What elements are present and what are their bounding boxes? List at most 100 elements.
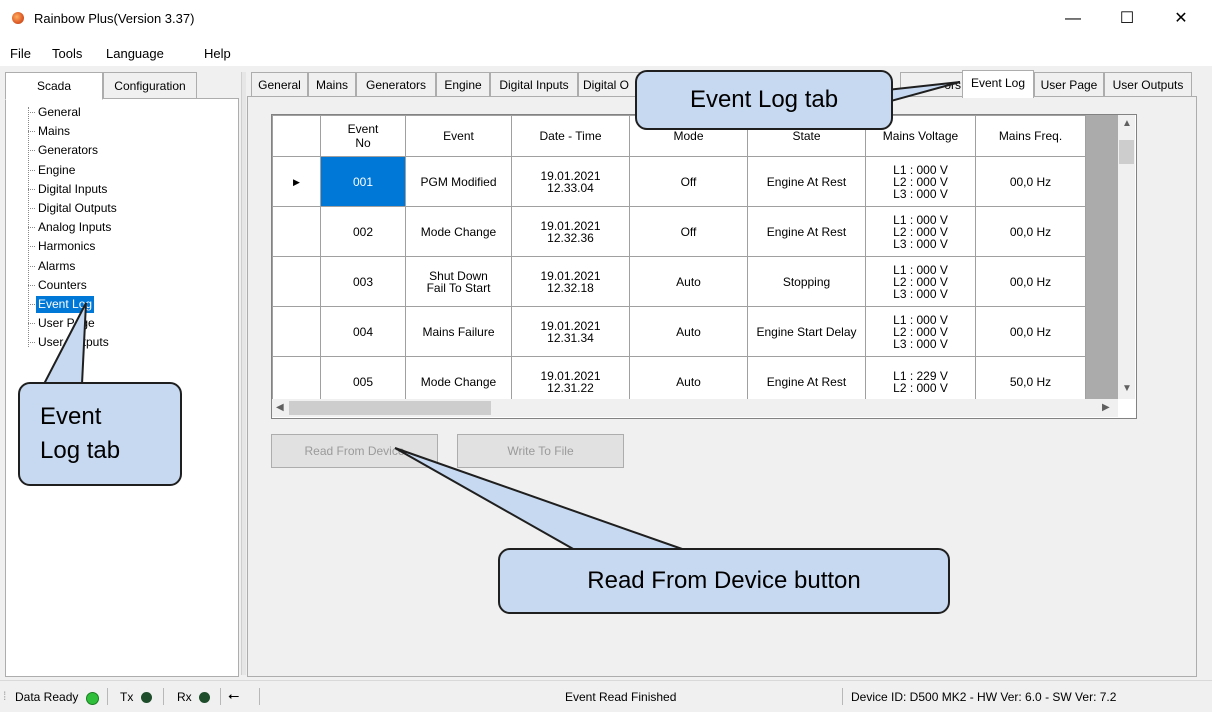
menu-help[interactable]: Help: [204, 46, 231, 61]
table-cell[interactable]: L1 : 000 V L2 : 000 V L3 : 000 V: [865, 256, 976, 307]
read-from-device-button[interactable]: Read From Device: [271, 434, 438, 468]
tree-item-engine[interactable]: Engine: [36, 162, 77, 179]
table-cell[interactable]: L1 : 000 V L2 : 000 V L3 : 000 V: [865, 306, 976, 357]
column-header[interactable]: Event No: [320, 115, 406, 157]
write-to-file-button[interactable]: Write To File: [457, 434, 624, 468]
table-cell[interactable]: 003: [320, 256, 406, 307]
table-cell[interactable]: Engine At Rest: [747, 356, 866, 399]
maximize-button[interactable]: ☐: [1104, 4, 1150, 34]
tab-scada[interactable]: Scada: [5, 72, 103, 100]
table-cell[interactable]: 19.01.2021 12.33.04: [511, 156, 630, 207]
table-cell[interactable]: 001: [320, 156, 406, 207]
tab-engine[interactable]: Engine: [436, 72, 490, 97]
table-cell[interactable]: Off: [629, 206, 748, 257]
table-cell[interactable]: 004: [320, 306, 406, 357]
table-row[interactable]: 003 Shut Down Fail To Start 19.01.2021 12.32…: [272, 256, 1086, 307]
tab-general[interactable]: General: [251, 72, 308, 97]
table-cell[interactable]: [272, 256, 321, 307]
table-cell[interactable]: 00,0 Hz: [975, 256, 1086, 307]
table-row[interactable]: 005 Mode Change 19.01.2021 12.31.22 Auto Engi…: [272, 356, 1086, 399]
horizontal-scroll-thumb[interactable]: [289, 401, 491, 415]
event-time: 12.31.22: [547, 380, 594, 395]
table-cell[interactable]: [272, 356, 321, 399]
tree-item-alarms[interactable]: Alarms: [36, 258, 77, 275]
table-cell[interactable]: 005: [320, 356, 406, 399]
table-cell[interactable]: 00,0 Hz: [975, 206, 1086, 257]
close-button[interactable]: ✕: [1158, 4, 1204, 34]
table-cell[interactable]: 00,0 Hz: [975, 306, 1086, 357]
table-cell[interactable]: 19.01.2021 12.32.36: [511, 206, 630, 257]
table-cell[interactable]: Auto: [629, 306, 748, 357]
tree-item-digital-outputs[interactable]: Digital Outputs: [36, 200, 119, 217]
table-cell[interactable]: Shut Down Fail To Start: [405, 256, 512, 307]
tree-item-harmonics[interactable]: Harmonics: [36, 238, 97, 255]
vertical-scrollbar[interactable]: ▲ ▼: [1118, 115, 1135, 399]
tree-item-analog-inputs[interactable]: Analog Inputs: [36, 219, 113, 236]
table-cell[interactable]: Mode Change: [405, 356, 512, 399]
menu-file[interactable]: File: [10, 46, 31, 61]
table-cell[interactable]: 19.01.2021 12.31.22: [511, 356, 630, 399]
tab-user-outputs[interactable]: User Outputs: [1104, 72, 1192, 97]
table-cell[interactable]: [272, 306, 321, 357]
table-cell[interactable]: [272, 206, 321, 257]
tab-configuration[interactable]: Configuration: [103, 72, 197, 100]
tree-connector-line: [28, 112, 35, 113]
grid-body: Event No Event Date - Time Mode State Ma…: [272, 115, 1118, 399]
event-state: Stopping: [782, 274, 831, 289]
table-cell[interactable]: L1 : 229 V L2 : 000 V: [865, 356, 976, 399]
tab-counters[interactable]: ors: [900, 72, 966, 97]
callout-text: Event: [40, 403, 102, 430]
table-cell[interactable]: ▶: [272, 156, 321, 207]
minimize-button[interactable]: —: [1050, 4, 1096, 34]
scroll-down-icon[interactable]: ▼: [1122, 383, 1132, 394]
table-cell[interactable]: Engine At Rest: [747, 156, 866, 207]
table-row[interactable]: 002 Mode Change 19.01.2021 12.32.36 Off Engin…: [272, 206, 1086, 257]
table-row[interactable]: ▶ 001 PGM Modified 19.01.2021 12.33.04 Off Eng…: [272, 156, 1086, 207]
tree-item-user-page[interactable]: User Page: [36, 315, 97, 332]
tree-item-counters[interactable]: Counters: [36, 277, 89, 294]
column-header[interactable]: Date - Time: [511, 115, 630, 157]
column-header[interactable]: Event: [405, 115, 512, 157]
scroll-up-icon[interactable]: ▲: [1122, 118, 1132, 129]
table-cell[interactable]: Auto: [629, 256, 748, 307]
tree-item-mains[interactable]: Mains: [36, 123, 72, 140]
table-cell[interactable]: 19.01.2021 12.32.18: [511, 256, 630, 307]
tab-event-log[interactable]: Event Log: [962, 70, 1034, 98]
table-cell[interactable]: 002: [320, 206, 406, 257]
horizontal-scrollbar[interactable]: ◀ ▶: [272, 399, 1118, 417]
tree-item-generators[interactable]: Generators: [36, 142, 100, 159]
table-cell[interactable]: Engine Start Delay: [747, 306, 866, 357]
table-cell[interactable]: PGM Modified: [405, 156, 512, 207]
table-cell[interactable]: L1 : 000 V L2 : 000 V L3 : 000 V: [865, 206, 976, 257]
table-cell[interactable]: Mains Failure: [405, 306, 512, 357]
tree-item-event-log[interactable]: Event Log: [36, 296, 95, 313]
table-cell[interactable]: 19.01.2021 12.31.34: [511, 306, 630, 357]
column-header[interactable]: Mains Freq.: [975, 115, 1086, 157]
table-cell[interactable]: Auto: [629, 356, 748, 399]
status-bar: ⁞ Data Ready Tx Rx ⭠ Event Read Finished…: [0, 680, 1212, 712]
menu-language[interactable]: Language: [106, 46, 164, 61]
tab-generators[interactable]: Generators: [356, 72, 436, 97]
tree-item-digital-inputs[interactable]: Digital Inputs: [36, 181, 109, 198]
panel-splitter[interactable]: [241, 72, 246, 675]
table-cell[interactable]: Mode Change: [405, 206, 512, 257]
table-cell[interactable]: 00,0 Hz: [975, 156, 1086, 207]
vertical-scroll-thumb[interactable]: [1119, 140, 1134, 164]
table-cell[interactable]: 50,0 Hz: [975, 356, 1086, 399]
tree-item-user-outputs[interactable]: User Outputs: [36, 334, 111, 351]
table-cell[interactable]: Engine At Rest: [747, 206, 866, 257]
tab-digital-outputs[interactable]: Digital O: [578, 72, 642, 97]
menu-tools[interactable]: Tools: [52, 46, 82, 61]
scroll-right-icon[interactable]: ▶: [1102, 402, 1110, 413]
table-row[interactable]: 004 Mains Failure 19.01.2021 12.31.34 Auto En…: [272, 306, 1086, 357]
event-time: 12.32.36: [547, 230, 594, 245]
table-cell[interactable]: Off: [629, 156, 748, 207]
scroll-left-icon[interactable]: ◀: [276, 402, 284, 413]
event-log-grid[interactable]: Event No Event Date - Time Mode State Ma…: [271, 114, 1137, 419]
tab-digital-inputs[interactable]: Digital Inputs: [490, 72, 578, 97]
tab-user-page[interactable]: User Page: [1034, 72, 1104, 97]
table-cell[interactable]: Stopping: [747, 256, 866, 307]
tab-mains[interactable]: Mains: [308, 72, 356, 97]
table-cell[interactable]: L1 : 000 V L2 : 000 V L3 : 000 V: [865, 156, 976, 207]
tree-item-general[interactable]: General: [36, 104, 83, 121]
